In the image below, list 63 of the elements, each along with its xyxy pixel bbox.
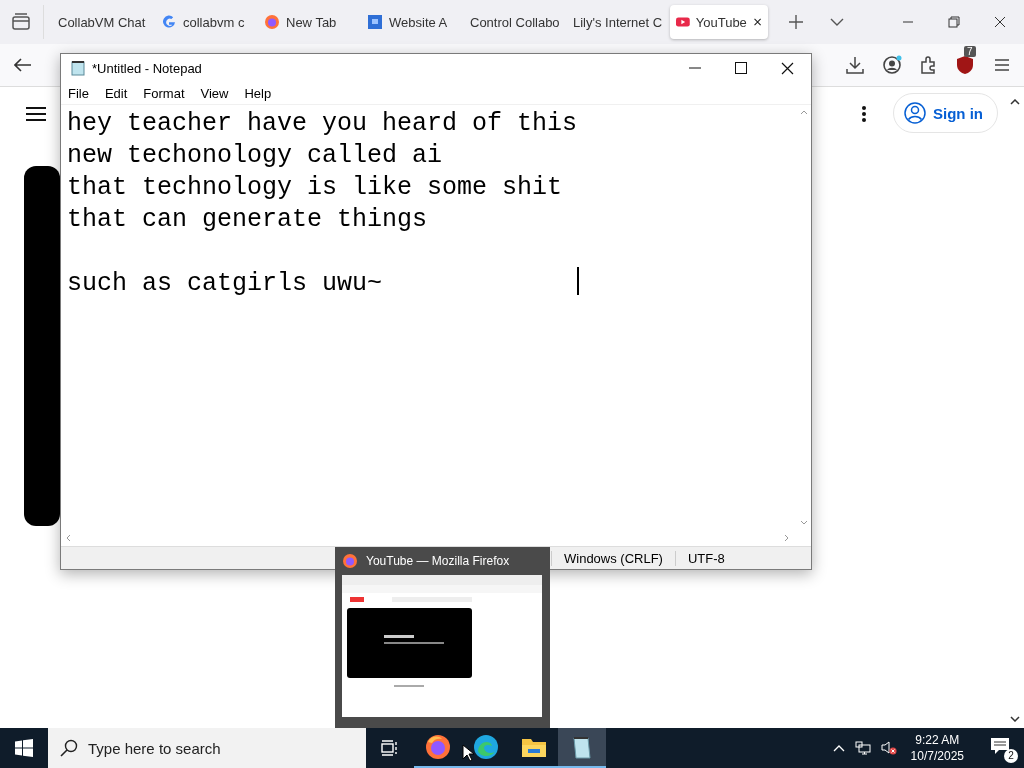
document-text[interactable]: hey teacher have you heard of this new techonology called ai that technology is like some shit that can generate things such as catgirls uwu~ [67, 108, 578, 300]
more-icon[interactable] [861, 105, 867, 123]
restore-icon[interactable] [948, 16, 960, 28]
firefox-icon [264, 14, 280, 30]
menu-item[interactable]: Edit [104, 85, 128, 101]
download-icon[interactable] [846, 56, 864, 74]
window-title: *Untitled - Notepad [92, 60, 202, 76]
user-icon [904, 102, 926, 124]
browser-tab[interactable]: New Tab [258, 5, 355, 39]
menu-item[interactable]: Format [143, 85, 185, 101]
notepad-icon [70, 60, 86, 76]
firefox-icon [425, 734, 451, 760]
youtube-icon [676, 15, 690, 29]
extensions-icon[interactable] [920, 56, 938, 74]
firefox-icon [342, 553, 358, 569]
chevron-up-icon[interactable] [832, 744, 845, 752]
notification-count: 2 [1004, 749, 1018, 763]
browser-tab[interactable]: CollabVM Chat [52, 5, 149, 39]
scroll-down-icon[interactable] [1010, 716, 1020, 722]
clock-time[interactable]: 9:22 AM [915, 732, 960, 748]
close-icon[interactable] [781, 61, 794, 75]
site-icon [367, 14, 383, 30]
tab-overview-icon[interactable] [11, 13, 31, 31]
scroll-right-icon[interactable] [784, 534, 789, 542]
extension-badge: 7 [964, 46, 976, 57]
windows-start-icon[interactable] [15, 739, 33, 757]
text-caret [577, 267, 580, 295]
notifications-icon[interactable] [990, 737, 1010, 755]
menu-item[interactable]: View [200, 85, 229, 101]
tab-list-icon[interactable] [830, 18, 844, 26]
menu-icon[interactable] [25, 106, 47, 122]
taskbar-preview[interactable]: YouTube — Mozilla Firefox [335, 547, 550, 728]
clock-date[interactable]: 10/7/2025 [910, 748, 964, 764]
folder-icon [521, 736, 547, 758]
status-text: Windows (CRLF) [551, 550, 675, 566]
account-icon[interactable] [882, 55, 902, 75]
back-icon[interactable] [14, 58, 32, 72]
muted-volume-icon[interactable] [880, 741, 897, 755]
mouse-cursor [462, 744, 474, 762]
sign-in-button[interactable]: Sign in [893, 93, 998, 133]
browser-tab[interactable]: YouTube [670, 5, 768, 39]
browser-tab[interactable]: Control Collabo [464, 5, 561, 39]
preview-title: YouTube — Mozilla Firefox [366, 554, 510, 568]
menu-item[interactable]: Help [244, 85, 272, 101]
scroll-left-icon[interactable] [66, 534, 71, 542]
network-icon[interactable] [854, 741, 871, 755]
task-view-icon[interactable] [381, 740, 399, 756]
search-field[interactable]: Type here to search [48, 728, 366, 768]
notepad-icon [570, 734, 594, 760]
taskbar-app[interactable] [558, 728, 606, 768]
google-icon [161, 14, 177, 30]
browser-tab[interactable]: Lily's Internet C [567, 5, 664, 39]
browser-tab[interactable]: Website A [361, 5, 458, 39]
edge-icon [473, 734, 499, 760]
browser-tab[interactable]: collabvm c [155, 5, 252, 39]
menu-item[interactable]: File [68, 85, 89, 101]
shield-icon[interactable] [956, 55, 974, 75]
close-tab-icon[interactable] [752, 16, 762, 28]
status-text: UTF-8 [674, 550, 737, 566]
maximize-icon[interactable] [735, 62, 747, 74]
new-tab-icon[interactable] [788, 14, 804, 30]
close-icon[interactable] [994, 16, 1006, 28]
scroll-up-icon[interactable] [1010, 99, 1020, 105]
